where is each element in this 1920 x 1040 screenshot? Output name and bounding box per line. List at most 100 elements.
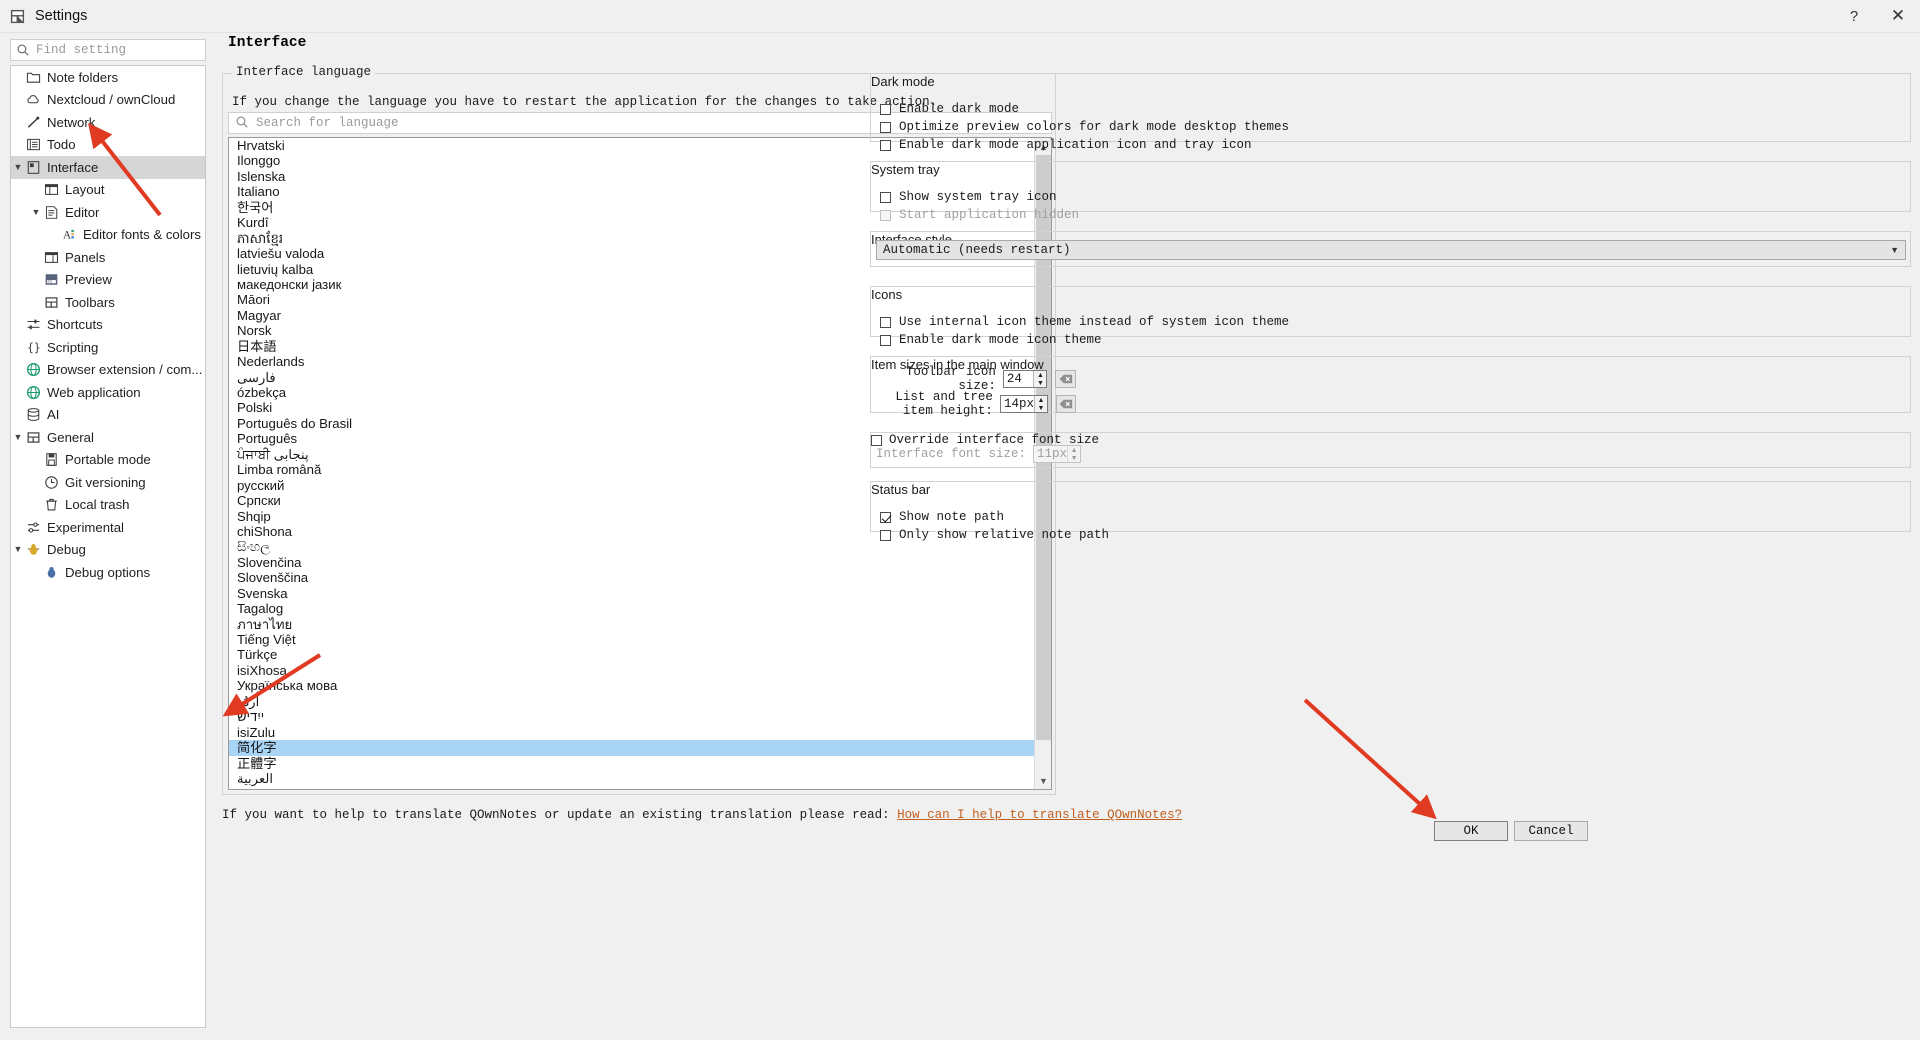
checkbox-row[interactable]: Enable dark mode icon theme [880,331,1910,349]
spinner-down-icon[interactable]: ▼ [1035,404,1047,412]
chevron-down-icon[interactable]: ▼ [1890,245,1899,255]
sidebar-item-local-trash[interactable]: Local trash [11,494,205,517]
system-tray-options: Show system tray icon Start application … [871,188,1910,224]
checkbox-row[interactable]: Optimize preview colors for dark mode de… [880,118,1910,136]
optimize-preview-colors-checkbox[interactable] [880,121,891,133]
sidebar-item-label: Experimental [47,519,124,535]
sidebar-item-panels[interactable]: Panels [11,246,205,269]
sidebar-item-label: Git versioning [65,474,146,490]
sidebar-item-label: Shortcuts [47,317,103,333]
interface-style-combobox[interactable]: Automatic (needs restart) ▼ [876,240,1906,260]
sidebar-item-label: Editor [65,204,100,220]
checkbox-row[interactable]: Enable dark mode [880,100,1910,118]
sidebar-item-label: AI [47,407,60,423]
enable-dark-mode-icon-theme-checkbox[interactable] [880,334,891,346]
sidebar-item-scripting[interactable]: {} Scripting [11,336,205,359]
icons-group: Icons Use internal icon theme instead of… [870,286,1911,347]
show-note-path-label: Show note path [899,510,1005,524]
checkbox-row[interactable]: Only show relative note path [880,526,1910,544]
show-system-tray-icon-checkbox[interactable] [880,191,891,203]
checkbox-row[interactable]: Show note path [880,508,1910,526]
checkbox-row[interactable]: Show system tray icon [880,188,1910,206]
status-bar-group-title: Status bar [871,482,931,497]
sidebar-item-browser-extension-com[interactable]: Browser extension / com... [11,359,205,382]
sidebar-item-debug-options[interactable]: Debug options [11,561,205,584]
use-internal-icon-theme-checkbox[interactable] [880,316,891,328]
sidebar-item-todo[interactable]: Todo [11,134,205,157]
svg-text:A: A [62,230,71,242]
search-icon [16,43,30,57]
spinner-up-icon[interactable]: ▲ [1034,371,1046,379]
chevron-down-icon[interactable]: ▼ [11,162,25,172]
sidebar-item-editor[interactable]: ▼ Editor [11,201,205,224]
settings-sidebar: Find setting Note folders Nextcloud / own… [0,33,215,1040]
close-icon[interactable]: ✕ [1876,0,1920,33]
override-interface-font-size-checkbox[interactable] [871,434,882,446]
sidebar-item-toolbars[interactable]: Toolbars [11,291,205,314]
system-tray-group: System tray Show system tray icon Start … [870,161,1911,222]
language-restart-note: If you change the language you have to r… [232,95,938,109]
sidebar-item-network[interactable]: Network [11,111,205,134]
sidebar-item-editor-fonts-colors[interactable]: A Editor fonts & colors [11,224,205,247]
checkbox-row: Start application hidden [880,206,1910,224]
spinner-buttons: ▲ ▼ [1067,446,1081,462]
sidebar-item-label: Network [47,114,96,130]
sidebar-item-label: Toolbars [65,294,115,310]
sidebar-item-shortcuts[interactable]: Shortcuts [11,314,205,337]
sidebar-item-preview[interactable]: PD Preview [11,269,205,292]
preview-icon: PD [43,272,59,288]
spinner-buttons[interactable]: ▲ ▼ [1033,396,1047,412]
dark-mode-app-icon-checkbox[interactable] [880,139,891,151]
sidebar-item-git-versioning[interactable]: Git versioning [11,471,205,494]
only-show-relative-note-path-label: Only show relative note path [899,528,1110,542]
enable-dark-mode-checkbox[interactable] [880,103,891,115]
font-color-icon: A [61,227,77,243]
floppy-disk-icon [43,452,59,468]
sidebar-item-ai[interactable]: AI [11,404,205,427]
help-button[interactable]: ? [1832,0,1876,33]
sidebar-item-layout[interactable]: Layout [11,179,205,202]
ok-button[interactable]: OK [1434,821,1508,841]
interface-font-size-label: Interface font size: [876,447,1027,461]
spinner-buttons[interactable]: ▲ ▼ [1033,371,1047,387]
sidebar-item-general[interactable]: ▼ General [11,426,205,449]
interface-options-column: Dark mode Enable dark mode Optimize prev… [870,33,1915,1040]
sidebar-item-web-application[interactable]: Web application [11,381,205,404]
chevron-down-icon[interactable]: ▼ [11,545,25,554]
sidebar-item-label: Local trash [65,497,130,513]
list-tree-item-height-spinner[interactable]: 14px ▲ ▼ [999,395,1048,413]
chevron-down-icon[interactable]: ▼ [29,207,43,217]
list-tree-item-height-reset-button[interactable] [1055,395,1076,413]
sidebar-item-portable-mode[interactable]: Portable mode [11,449,205,472]
language-search-placeholder: Search for language [256,116,399,130]
icons-options: Use internal icon theme instead of syste… [871,313,1910,349]
spinner-down-icon: ▼ [1070,454,1078,462]
settings-tree[interactable]: Note folders Nextcloud / ownCloud Network T… [10,65,206,1028]
chevron-down-icon[interactable]: ▼ [11,432,25,442]
general-icon [25,429,41,445]
toolbar-icon-size-spinner[interactable]: 24 ▲ ▼ [1002,370,1048,388]
show-note-path-checkbox[interactable] [880,511,891,523]
panels-icon [43,249,59,265]
dark-mode-app-icon-label: Enable dark mode application icon and tr… [899,138,1252,152]
window-controls: ? ✕ [1832,0,1920,32]
sidebar-item-debug[interactable]: ▼ Debug [11,539,205,562]
use-internal-icon-theme-label: Use internal icon theme instead of syste… [899,315,1290,329]
sidebar-item-nextcloud-owncloud[interactable]: Nextcloud / ownCloud [11,89,205,112]
checkbox-row[interactable]: Enable dark mode application icon and tr… [880,136,1910,154]
find-setting-input[interactable]: Find setting [10,39,206,61]
toolbar-icon-size-reset-button[interactable] [1055,370,1076,388]
spinner-up-icon[interactable]: ▲ [1035,396,1047,404]
sidebar-item-interface[interactable]: ▼ Interface [11,156,205,179]
sidebar-item-note-folders[interactable]: Note folders [11,66,205,89]
sidebar-item-experimental[interactable]: Experimental [11,516,205,539]
toolbars-icon [43,294,59,310]
sidebar-item-label: Panels [65,249,106,265]
spinner-down-icon[interactable]: ▼ [1034,379,1046,387]
only-show-relative-note-path-checkbox[interactable] [880,529,891,541]
sidebar-item-label: Layout [65,182,105,198]
dark-mode-group-title: Dark mode [871,74,935,89]
sidebar-item-label: Note folders [47,69,119,85]
cancel-button[interactable]: Cancel [1514,821,1588,841]
checkbox-row[interactable]: Use internal icon theme instead of syste… [880,313,1910,331]
